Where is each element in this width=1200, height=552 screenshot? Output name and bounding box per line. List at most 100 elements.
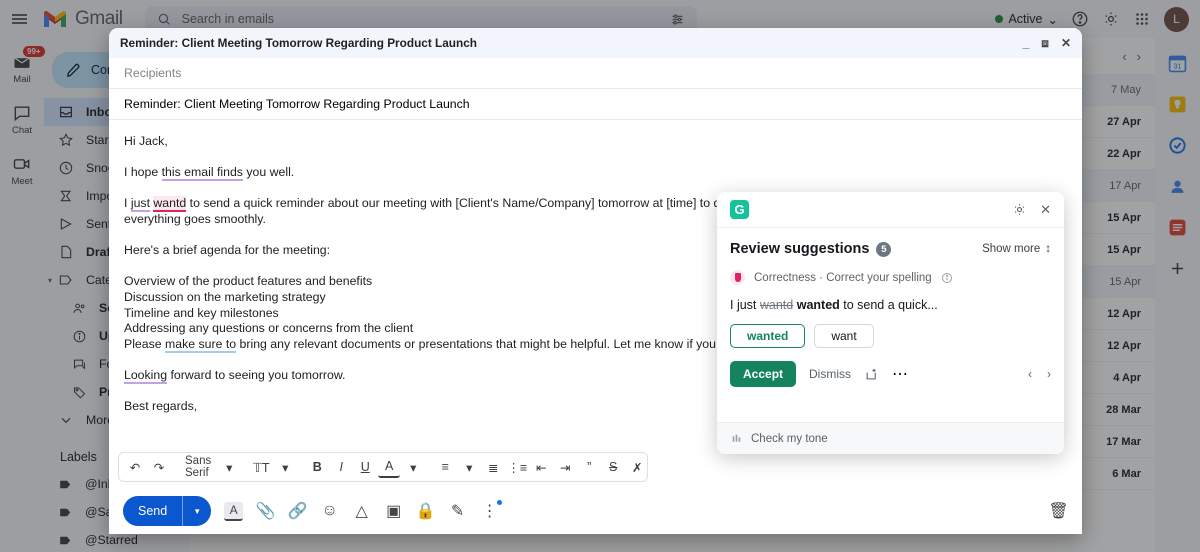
blockquote-icon[interactable]: ” [578, 456, 600, 478]
meet-camera-icon [13, 159, 30, 169]
indent-more-icon[interactable]: ⇥ [554, 456, 576, 478]
font-size-icon[interactable]: 𝕋T [250, 456, 272, 478]
rail-item-mail[interactable]: 99+ Mail [12, 46, 45, 85]
gmail-m-icon [44, 11, 66, 27]
email-date: 12 Apr [1107, 339, 1141, 352]
indent-less-icon[interactable]: ⇤ [530, 456, 552, 478]
undo-icon[interactable]: ↶ [124, 456, 146, 478]
chevron-down-icon[interactable]: ▾ [274, 456, 296, 478]
text-color-button[interactable]: A [378, 456, 401, 478]
chevron-right-icon[interactable]: › [1047, 367, 1051, 381]
subject-field[interactable]: Reminder: Client Meeting Tomorrow Regard… [109, 89, 1082, 120]
svg-text:31: 31 [1174, 62, 1182, 70]
google-contacts-icon[interactable] [1168, 177, 1187, 196]
rail-item-chat[interactable]: Chat [12, 103, 32, 136]
emoji-icon[interactable]: ☺ [320, 502, 339, 521]
minimize-icon[interactable]: _ [1023, 36, 1030, 50]
show-more-button[interactable]: Show more ↕ [982, 243, 1051, 255]
suggestion-underline-purple[interactable]: Looking [124, 367, 168, 384]
compose-header: Reminder: Client Meeting Tomorrow Regard… [109, 28, 1082, 58]
apps-grid-icon[interactable] [1133, 10, 1151, 28]
unread-badge: 99+ [23, 46, 45, 57]
help-icon[interactable] [1071, 10, 1089, 28]
chevron-down-icon: ⌄ [1047, 12, 1058, 27]
font-family-select[interactable]: Sans Serif [180, 455, 216, 479]
italic-button[interactable]: I [330, 456, 352, 478]
send-button[interactable]: Send ▼ [123, 496, 212, 526]
forum-icon [74, 359, 85, 369]
delete-draft-icon[interactable]: 🗑 [1048, 502, 1068, 521]
filter-options-icon[interactable] [670, 12, 685, 27]
google-tasks-icon[interactable] [1168, 136, 1187, 155]
info-icon[interactable] [941, 272, 953, 284]
replacement-word: wanted [796, 298, 840, 312]
gear-icon[interactable] [1102, 10, 1120, 28]
numbered-list-icon[interactable]: ≣ [482, 456, 504, 478]
alternative-chip[interactable]: want [814, 324, 874, 348]
suggestion-underline-purple[interactable]: just [130, 196, 150, 213]
label-tag-icon [59, 275, 72, 285]
confidential-mode-lock-icon[interactable]: 🔒 [416, 502, 436, 521]
chevron-down-icon[interactable]: ▾ [402, 456, 424, 478]
correctness-shield-icon [730, 270, 745, 285]
suggestion-underline-blue[interactable]: make sure to [165, 336, 237, 353]
send-options-caret[interactable]: ▼ [183, 507, 211, 516]
insert-photo-icon[interactable]: ▣ [384, 502, 403, 521]
popout-icon[interactable]: ⧈ [1041, 36, 1049, 51]
accept-button[interactable]: Accept [730, 361, 797, 387]
avatar[interactable]: L [1164, 6, 1189, 32]
app-switcher-rail: 99+ Mail Chat Meet [0, 38, 45, 552]
more-options-icon[interactable]: ⋮ [480, 499, 503, 521]
more-options-icon[interactable]: ⋯ [892, 364, 908, 384]
label-icon [60, 508, 71, 516]
grammarly-header-actions: ✕ [1012, 202, 1051, 218]
email-date: 27 Apr [1107, 115, 1141, 128]
google-keep-icon[interactable] [1168, 95, 1187, 114]
add-addon-icon[interactable] [1168, 259, 1187, 278]
chevron-left-icon[interactable]: ‹ [1028, 367, 1032, 381]
star-icon [59, 133, 73, 147]
alternative-chip-selected[interactable]: wanted [730, 324, 806, 348]
signature-pen-icon[interactable]: ✎ [448, 502, 467, 521]
underline-button[interactable]: U [354, 456, 376, 478]
tone-footer[interactable]: Check my tone [717, 422, 1064, 454]
google-calendar-icon[interactable]: 31 [1168, 54, 1187, 73]
gear-icon[interactable] [1012, 202, 1027, 217]
dismiss-button[interactable]: Dismiss [809, 367, 851, 381]
chevron-right-icon[interactable]: › [1137, 49, 1141, 64]
remove-formatting-icon[interactable]: ✗ [626, 456, 648, 478]
add-to-dictionary-icon[interactable] [864, 367, 879, 382]
close-icon[interactable]: ✕ [1061, 36, 1071, 50]
spelling-error-underline[interactable]: wantd [153, 196, 187, 213]
redo-icon[interactable]: ↷ [148, 456, 170, 478]
bulleted-list-icon[interactable]: ⋮≡ [506, 456, 528, 478]
main-menu-button[interactable] [0, 11, 38, 26]
status-badge[interactable]: Active ⌄ [995, 12, 1058, 27]
status-dot [995, 15, 1004, 23]
chevron-down-icon[interactable]: ▾ [48, 276, 52, 285]
bold-button[interactable]: B [306, 456, 328, 478]
suggestion-nav: ‹ › [1028, 367, 1051, 381]
close-icon[interactable]: ✕ [1040, 202, 1051, 218]
gmail-logo[interactable]: Gmail [42, 8, 123, 30]
grammarly-title-row: Review suggestions 5 Show more ↕ [717, 228, 1064, 257]
chevron-down-icon[interactable]: ▾ [458, 456, 480, 478]
text: forward to seeing you tomorrow. [167, 367, 346, 382]
align-icon[interactable]: ≡ [434, 456, 456, 478]
suggestion-underline-purple[interactable]: this email finds [161, 165, 243, 182]
insert-link-icon[interactable]: 🔗 [288, 502, 308, 521]
attach-file-icon[interactable]: 📎 [256, 502, 276, 521]
hamburger-icon [11, 11, 27, 26]
search-input[interactable]: Search in emails [182, 12, 659, 26]
chevron-down-icon[interactable]: ▾ [218, 456, 240, 478]
grammarly-logo-icon: G [730, 200, 749, 219]
format-text-icon[interactable]: A [224, 501, 244, 521]
strikethrough-icon[interactable]: S [602, 456, 624, 478]
suggestion-preview: I just wantd wanted to send a quick... [717, 285, 1064, 312]
todoist-icon[interactable] [1168, 218, 1187, 237]
recipients-field[interactable]: Recipients [109, 58, 1082, 89]
google-drive-icon[interactable]: △ [352, 502, 371, 521]
recipients-placeholder: Recipients [124, 66, 182, 80]
rail-item-meet[interactable]: Meet [11, 154, 33, 187]
chevron-left-icon[interactable]: ‹ [1122, 49, 1126, 64]
